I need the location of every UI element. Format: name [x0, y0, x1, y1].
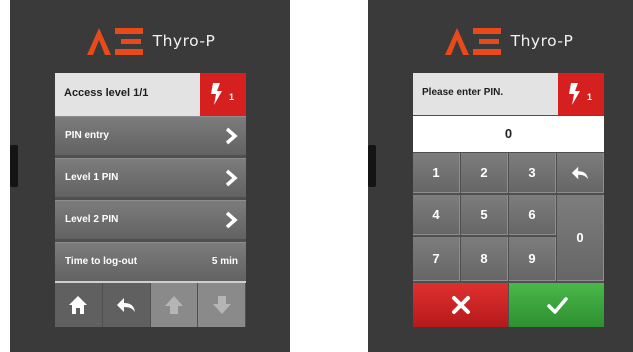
pin-prompt: Please enter PIN. [422, 87, 504, 98]
bottom-toolbar [55, 283, 246, 327]
pin-header: Please enter PIN. 1 [413, 73, 604, 115]
checkmark-icon [546, 297, 568, 314]
access-level-header: Access level 1/1 1 [55, 73, 246, 116]
access-level-badge[interactable]: 1 [558, 73, 604, 115]
ae-logo [86, 28, 143, 55]
brand-name: Thyro-P [510, 32, 574, 50]
pin-display[interactable]: 0 [413, 116, 604, 152]
key-7[interactable]: 7 [413, 237, 460, 281]
menu-item-level-2-pin[interactable]: Level 2 PIN [55, 200, 246, 239]
key-1[interactable]: 1 [413, 153, 460, 193]
menu-item-level-1-pin[interactable]: Level 1 PIN [55, 158, 246, 197]
lightning-icon [569, 83, 580, 105]
menu-item-time-to-log-out[interactable]: Time to log-out 5 min [55, 242, 246, 283]
chevron-right-icon [225, 211, 238, 229]
menu-item-label: Time to log-out [65, 256, 138, 267]
key-3[interactable]: 3 [509, 153, 556, 193]
badge-level: 1 [587, 92, 593, 102]
key-8[interactable]: 8 [461, 237, 508, 281]
key-6[interactable]: 6 [509, 195, 556, 235]
access-level-badge[interactable]: 1 [200, 73, 246, 116]
arrow-up-icon [164, 296, 183, 314]
chevron-right-icon [225, 169, 238, 187]
key-4[interactable]: 4 [413, 195, 460, 235]
log-out-time-value: 5 min [211, 256, 238, 267]
device-right: Thyro-P Please enter PIN. 1 0 1 2 3 4 5 … [368, 0, 633, 352]
home-icon [69, 296, 88, 314]
back-arrow-icon [571, 166, 589, 179]
cancel-button[interactable] [413, 283, 508, 327]
key-2[interactable]: 2 [461, 153, 508, 193]
home-button[interactable] [55, 283, 102, 327]
menu-item-label: Level 2 PIN [65, 214, 119, 225]
menu-item-label: Level 1 PIN [65, 172, 119, 183]
key-9[interactable]: 9 [509, 237, 556, 281]
menu-item-label: PIN entry [65, 130, 109, 141]
scroll-down-button[interactable] [198, 283, 245, 327]
confirm-button[interactable] [509, 283, 604, 327]
back-button[interactable] [102, 283, 150, 327]
brand-header: Thyro-P [368, 26, 633, 56]
scroll-up-button[interactable] [150, 283, 198, 327]
menu-item-pin-entry[interactable]: PIN entry [55, 116, 246, 155]
device-side-tab [368, 145, 376, 187]
lightning-icon [211, 83, 222, 105]
ae-logo [444, 28, 501, 55]
header-title: Access level 1/1 [64, 87, 149, 99]
badge-level: 1 [229, 92, 235, 102]
pin-entry-screen: Please enter PIN. 1 0 1 2 3 4 5 6 0 7 8 … [413, 73, 604, 327]
chevron-right-icon [225, 127, 238, 145]
device-left: Thyro-P Access level 1/1 1 PIN entry Lev… [10, 0, 290, 352]
menu-screen: Access level 1/1 1 PIN entry Level 1 PIN… [55, 73, 246, 327]
device-side-tab [10, 145, 18, 187]
key-0[interactable]: 0 [557, 195, 604, 281]
brand-name: Thyro-P [152, 32, 216, 50]
backspace-key[interactable] [557, 153, 604, 193]
x-icon [451, 296, 470, 314]
key-5[interactable]: 5 [461, 195, 508, 235]
back-arrow-icon [117, 298, 136, 312]
arrow-down-icon [212, 296, 231, 314]
brand-header: Thyro-P [10, 26, 290, 56]
